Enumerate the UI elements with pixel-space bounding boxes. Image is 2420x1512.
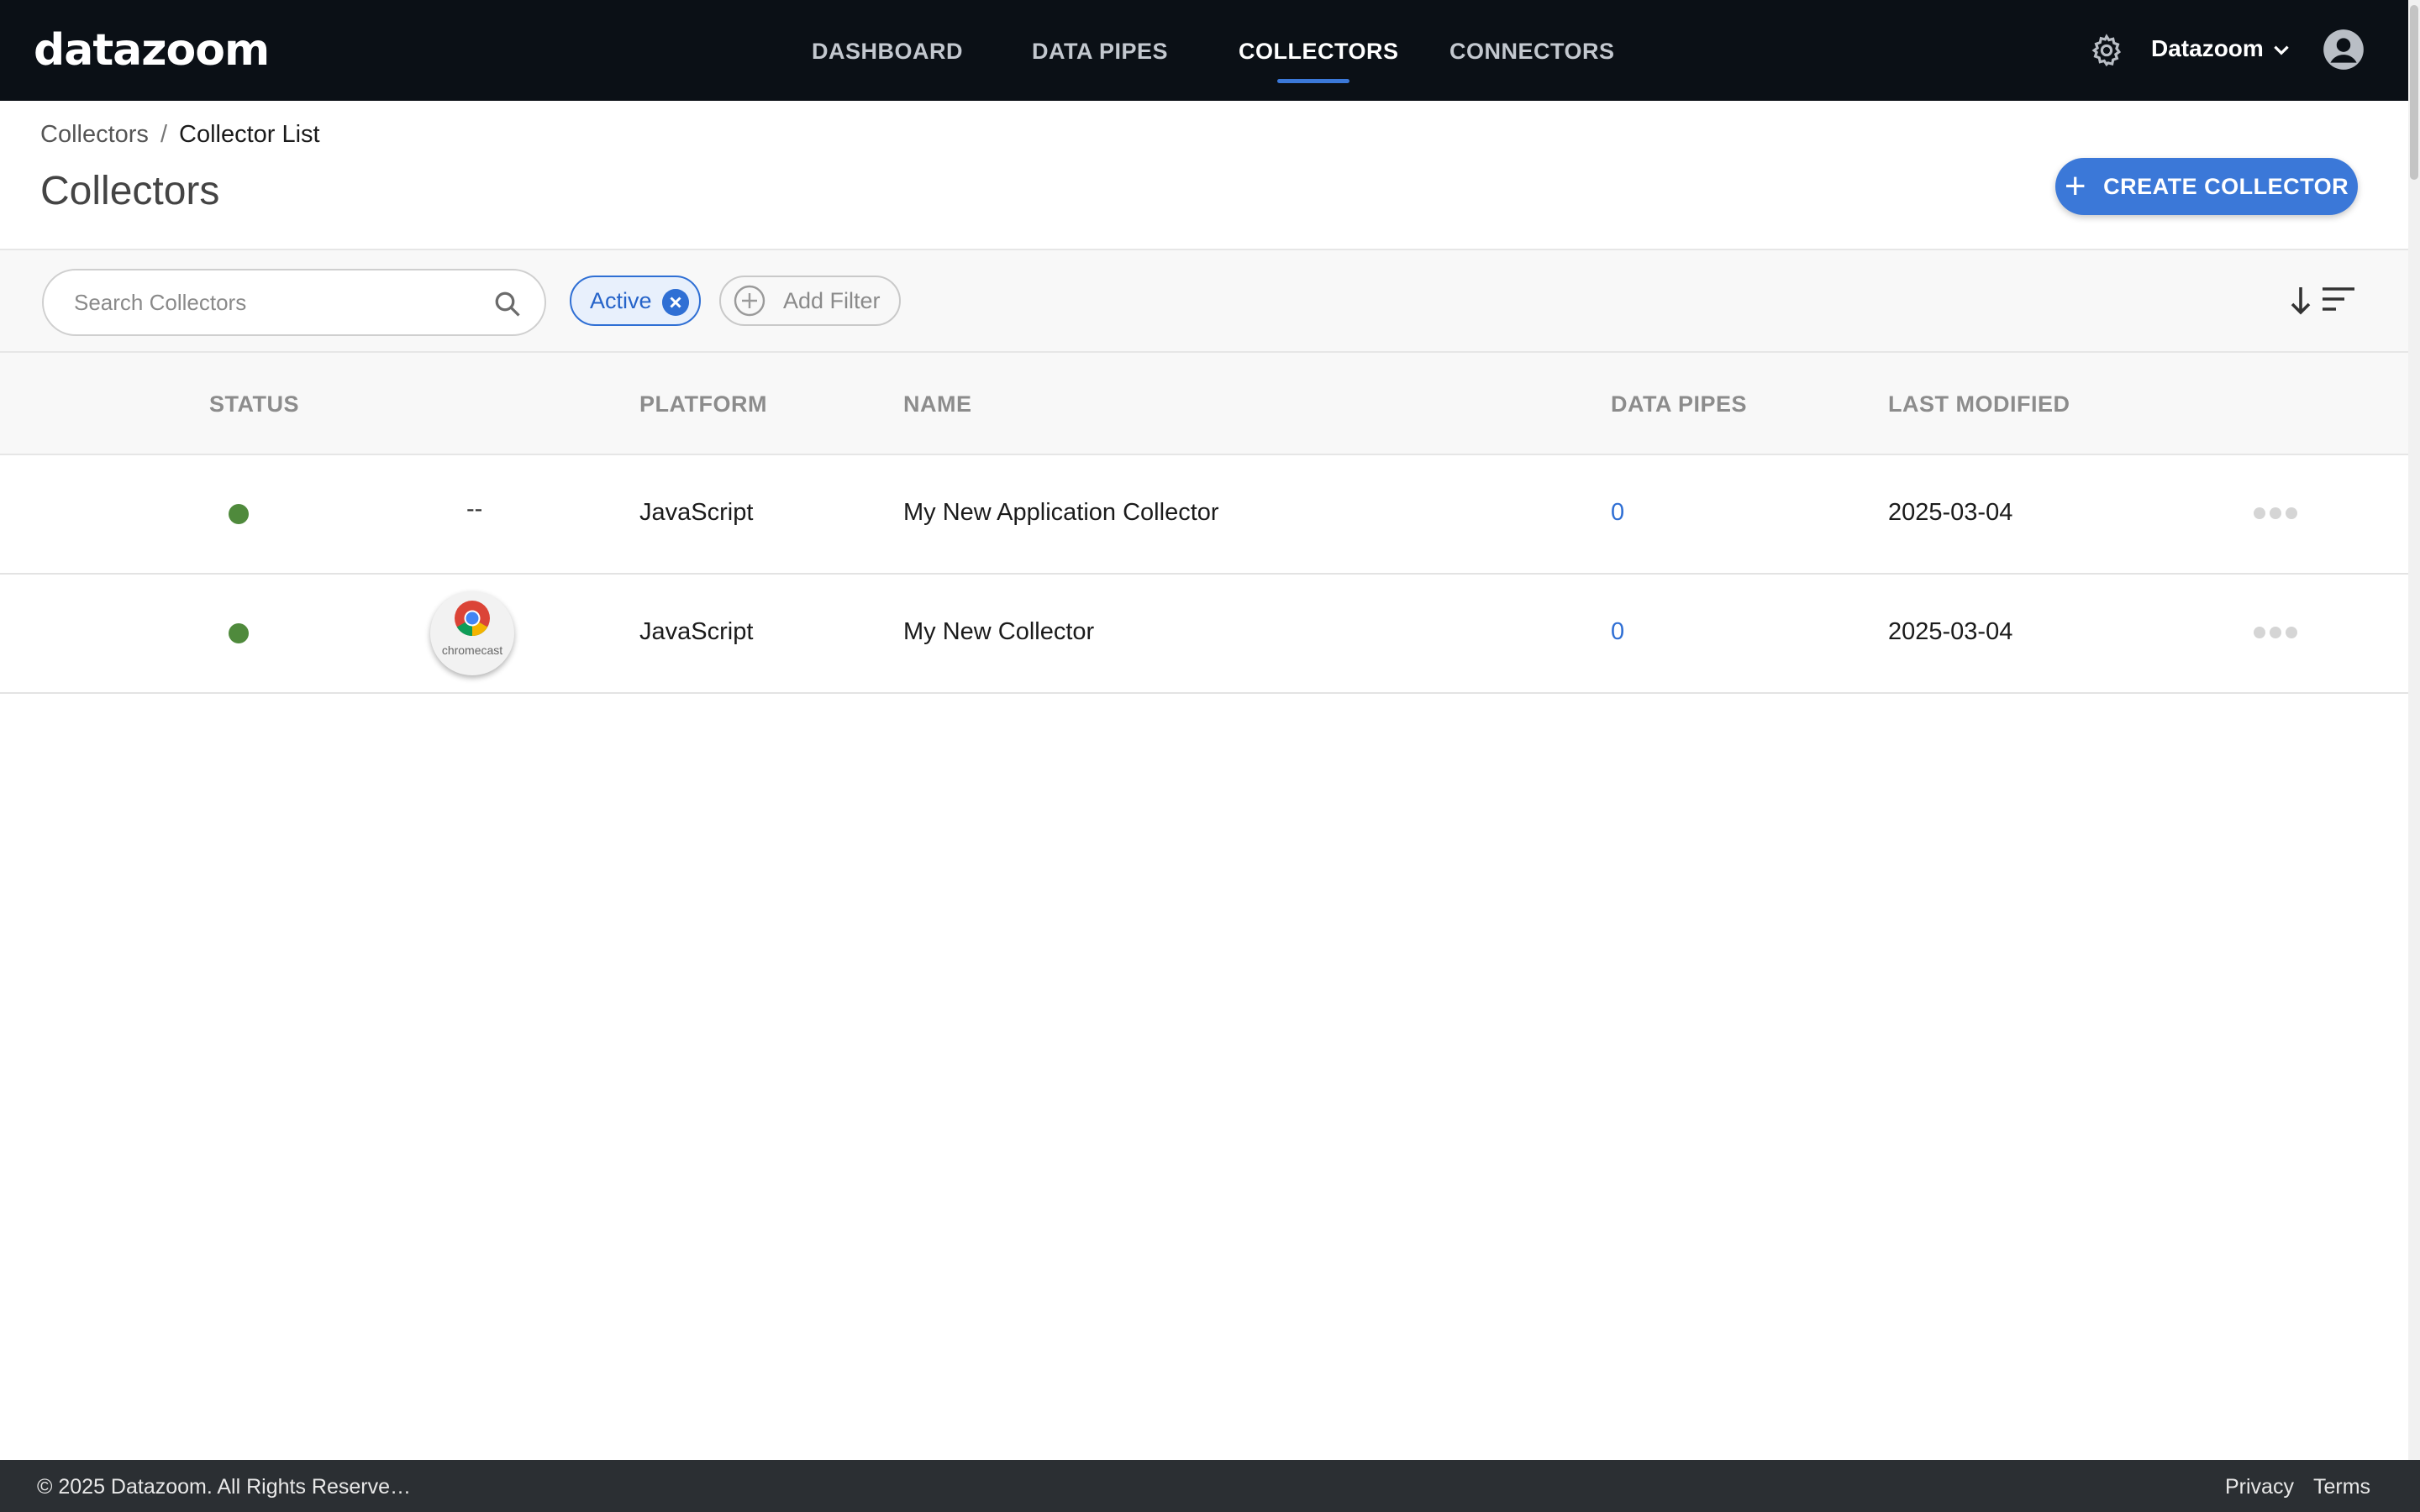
table-header: STATUS PLATFORM NAME DATA PIPES LAST MOD…: [0, 353, 2412, 455]
create-collector-button[interactable]: + CREATE COLLECTOR: [2055, 158, 2358, 215]
platform-cell: JavaScript: [639, 499, 754, 526]
chrome-icon: [455, 601, 490, 637]
data-pipes-link[interactable]: 0: [1611, 499, 1624, 527]
breadcrumb-separator: /: [160, 121, 167, 148]
add-filter-button[interactable]: Add Filter: [719, 276, 901, 326]
active-filter-label: Active: [590, 287, 652, 313]
copyright-text: © 2025 Datazoom. All Rights Reserve…: [37, 1475, 412, 1499]
privacy-link[interactable]: Privacy: [2225, 1475, 2294, 1499]
platform-cell: JavaScript: [639, 618, 754, 645]
last-modified-cell: 2025-03-04: [1888, 618, 2013, 645]
datazoom-logo[interactable]: datazoom: [34, 25, 270, 76]
page-title: Collectors: [40, 169, 220, 213]
breadcrumb-collectors-link[interactable]: Collectors: [40, 121, 149, 148]
more-options-icon[interactable]: [2254, 627, 2302, 640]
gear-icon[interactable]: [2089, 33, 2124, 68]
active-tab-indicator: [1277, 79, 1349, 83]
add-circle-icon: [734, 285, 765, 317]
top-navbar: datazoom DASHBOARD DATA PIPES COLLECTORS…: [0, 0, 2420, 101]
header-last-modified[interactable]: LAST MODIFIED: [1888, 391, 2070, 417]
plus-icon: +: [2064, 165, 2087, 207]
search-box[interactable]: [42, 269, 546, 336]
filter-bar: Active Add Filter: [0, 249, 2412, 353]
data-pipes-link[interactable]: 0: [1611, 618, 1624, 646]
platform-logo-placeholder: --: [466, 496, 483, 522]
header-data-pipes[interactable]: DATA PIPES: [1611, 391, 1747, 417]
nav-connectors[interactable]: CONNECTORS: [1449, 39, 1615, 65]
nav-dashboard[interactable]: DASHBOARD: [812, 39, 963, 65]
nav-data-pipes[interactable]: DATA PIPES: [1032, 39, 1168, 65]
name-cell[interactable]: My New Application Collector: [903, 499, 1219, 527]
search-input[interactable]: [74, 286, 477, 319]
last-modified-cell: 2025-03-04: [1888, 499, 2013, 526]
chevron-down-icon: [2274, 45, 2289, 55]
breadcrumb-current: Collector List: [179, 121, 320, 148]
platform-logo-label: chromecast: [441, 643, 503, 657]
header-status[interactable]: STATUS: [209, 391, 299, 417]
user-avatar-icon[interactable]: [2322, 28, 2365, 71]
create-collector-label: CREATE COLLECTOR: [2103, 173, 2349, 199]
active-filter-chip[interactable]: Active: [570, 276, 701, 326]
scrollbar-thumb[interactable]: [2410, 5, 2418, 180]
account-name: Datazoom: [2151, 35, 2264, 61]
chromecast-logo: chromecast: [430, 591, 514, 675]
footer: © 2025 Datazoom. All Rights Reserve… Pri…: [0, 1460, 2420, 1512]
nav-collectors[interactable]: COLLECTORS: [1239, 39, 1399, 65]
account-menu[interactable]: Datazoom: [2151, 35, 2292, 62]
search-icon[interactable]: [492, 289, 523, 319]
table-row[interactable]: chromecast JavaScript My New Collector 0…: [0, 575, 2412, 694]
sort-icon[interactable]: [2289, 284, 2360, 318]
terms-link[interactable]: Terms: [2313, 1475, 2370, 1499]
status-active-dot: [229, 504, 249, 524]
status-active-dot: [229, 623, 249, 643]
breadcrumb: Collectors / Collector List: [40, 121, 320, 149]
more-options-icon[interactable]: [2254, 507, 2302, 521]
header-platform[interactable]: PLATFORM: [639, 391, 767, 417]
add-filter-label: Add Filter: [783, 287, 881, 313]
header-name[interactable]: NAME: [903, 391, 972, 417]
page-scrollbar[interactable]: [2408, 0, 2420, 1460]
remove-filter-icon[interactable]: [661, 289, 689, 316]
table-row[interactable]: -- JavaScript My New Application Collect…: [0, 455, 2412, 575]
name-cell[interactable]: My New Collector: [903, 618, 1094, 646]
